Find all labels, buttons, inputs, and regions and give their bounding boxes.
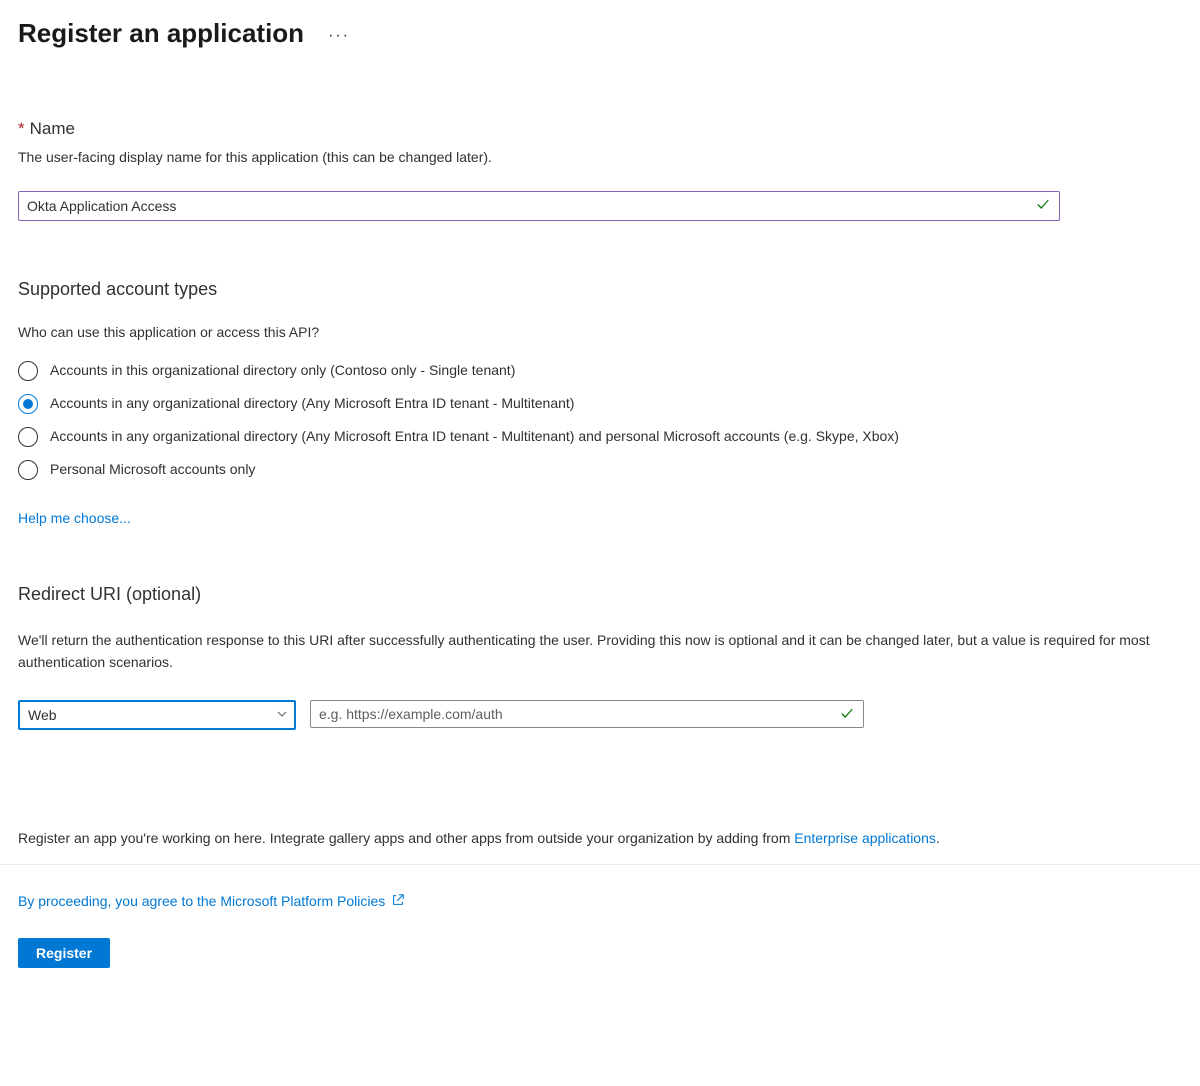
enterprise-applications-link[interactable]: Enterprise applications	[794, 830, 936, 846]
radio-circle-icon	[18, 361, 38, 381]
redirect-title: Redirect URI (optional)	[18, 584, 1182, 605]
radio-label: Accounts in any organizational directory…	[50, 393, 574, 414]
uri-input-wrapper	[310, 700, 864, 730]
account-types-radio-group: Accounts in this organizational director…	[18, 360, 1182, 480]
radio-circle-icon	[18, 460, 38, 480]
integrate-note: Register an app you're working on here. …	[18, 830, 1182, 846]
name-section: * Name The user-facing display name for …	[18, 119, 1182, 221]
platform-select-wrapper	[18, 700, 296, 730]
radio-option-personal-only[interactable]: Personal Microsoft accounts only	[18, 459, 1182, 480]
integrate-note-prefix: Register an app you're working on here. …	[18, 830, 794, 846]
name-label-text: Name	[30, 119, 75, 139]
radio-option-single-tenant[interactable]: Accounts in this organizational director…	[18, 360, 1182, 381]
account-types-title: Supported account types	[18, 279, 1182, 300]
page-title: Register an application	[18, 18, 304, 49]
more-icon[interactable]: ···	[322, 25, 356, 47]
name-label: * Name	[18, 119, 1182, 139]
name-help: The user-facing display name for this ap…	[18, 149, 1182, 165]
page-header: Register an application ···	[18, 18, 1182, 49]
account-types-section: Supported account types Who can use this…	[18, 279, 1182, 526]
radio-label: Accounts in this organizational director…	[50, 360, 515, 381]
radio-label: Accounts in any organizational directory…	[50, 426, 899, 447]
radio-circle-icon	[18, 427, 38, 447]
radio-label: Personal Microsoft accounts only	[50, 459, 255, 480]
policies-row: By proceeding, you agree to the Microsof…	[18, 893, 1182, 910]
required-indicator: *	[18, 119, 25, 139]
redirect-uri-input[interactable]	[310, 700, 864, 728]
platform-policies-link[interactable]: By proceeding, you agree to the Microsof…	[18, 893, 385, 909]
register-button[interactable]: Register	[18, 938, 110, 968]
radio-circle-icon	[18, 394, 38, 414]
radio-dot-icon	[23, 399, 33, 409]
radio-option-multitenant[interactable]: Accounts in any organizational directory…	[18, 393, 1182, 414]
external-link-icon	[391, 893, 405, 910]
name-input[interactable]	[18, 191, 1060, 221]
platform-select[interactable]	[18, 700, 296, 730]
redirect-row	[18, 700, 1182, 730]
redirect-help: We'll return the authentication response…	[18, 629, 1158, 674]
redirect-uri-section: Redirect URI (optional) We'll return the…	[18, 584, 1182, 730]
name-input-wrapper	[18, 191, 1060, 221]
account-types-subtitle: Who can use this application or access t…	[18, 324, 1182, 340]
radio-option-multitenant-personal[interactable]: Accounts in any organizational directory…	[18, 426, 1182, 447]
divider	[0, 864, 1200, 865]
help-me-choose-link[interactable]: Help me choose...	[18, 510, 131, 526]
